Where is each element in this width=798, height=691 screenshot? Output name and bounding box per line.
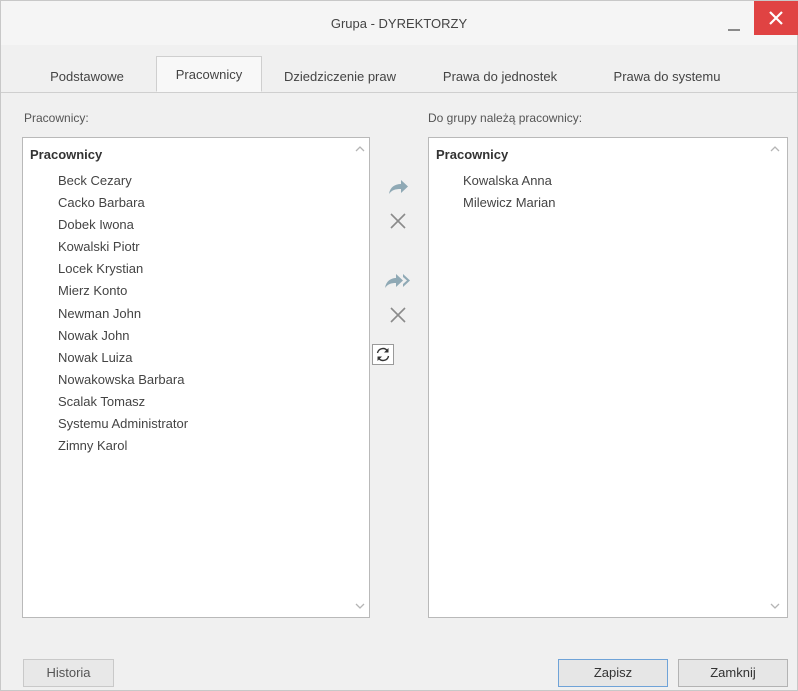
list-item[interactable]: Nowak John	[58, 325, 188, 347]
scroll-up-icon[interactable]	[354, 144, 366, 154]
list-group-header: Pracownicy	[436, 147, 509, 162]
remove-all-icon[interactable]	[389, 306, 407, 324]
tab-bar: Podstawowe Pracownicy Dziedziczenie praw…	[1, 56, 797, 93]
window-title: Grupa - DYREKTORZY	[330, 16, 468, 31]
close-icon	[769, 11, 783, 25]
tab-podstawowe[interactable]: Podstawowe	[31, 62, 143, 91]
minimize-button[interactable]	[723, 13, 745, 33]
list-items: Kowalska Anna Milewicz Marian	[463, 170, 555, 214]
list-item[interactable]: Locek Krystian	[58, 258, 188, 280]
refresh-icon	[376, 347, 390, 362]
list-item[interactable]: Nowakowska Barbara	[58, 369, 188, 391]
list-item[interactable]: Zimny Karol	[58, 435, 188, 457]
list-item[interactable]: Mierz Konto	[58, 280, 188, 302]
list-item[interactable]: Dobek Iwona	[58, 214, 188, 236]
tab-dziedziczenie-praw[interactable]: Dziedziczenie praw	[267, 62, 413, 91]
list-item[interactable]: Systemu Administrator	[58, 413, 188, 435]
group-members-label: Do grupy należą pracownicy:	[428, 111, 583, 125]
remove-icon[interactable]	[389, 212, 407, 230]
tab-pracownicy[interactable]: Pracownicy	[156, 56, 262, 92]
available-employees-list[interactable]: Pracownicy Beck Cezary Cacko Barbara Dobek…	[22, 137, 370, 618]
scroll-down-icon[interactable]	[354, 601, 366, 611]
list-item[interactable]: Kowalski Piotr	[58, 236, 188, 258]
scroll-down-icon[interactable]	[769, 601, 781, 611]
list-items: Beck Cezary Cacko Barbara Dobek Iwona Kowal…	[58, 170, 188, 457]
close-dialog-button[interactable]: Zamknij	[678, 659, 788, 687]
list-group-header: Pracownicy	[30, 147, 103, 162]
scroll-up-icon[interactable]	[769, 144, 781, 154]
list-item[interactable]: Kowalska Anna	[463, 170, 555, 192]
dialog-window: Grupa - DYREKTORZY Podstawowe Pracownicy…	[0, 0, 798, 691]
list-item[interactable]: Newman John	[58, 303, 188, 325]
tab-prawa-do-systemu[interactable]: Prawa do systemu	[589, 62, 745, 91]
list-item[interactable]: Scalak Tomasz	[58, 391, 188, 413]
list-item[interactable]: Milewicz Marian	[463, 192, 555, 214]
close-button[interactable]	[754, 1, 798, 35]
list-item[interactable]: Cacko Barbara	[58, 192, 188, 214]
tab-prawa-do-jednostek[interactable]: Prawa do jednostek	[422, 62, 578, 91]
arrow-right-icon[interactable]	[386, 177, 410, 197]
refresh-button[interactable]	[372, 344, 394, 365]
double-arrow-right-icon[interactable]	[383, 271, 413, 291]
list-item[interactable]: Beck Cezary	[58, 170, 188, 192]
historia-button[interactable]: Historia	[23, 659, 114, 687]
title-bar[interactable]: Grupa - DYREKTORZY	[1, 1, 798, 45]
available-employees-label: Pracownicy:	[24, 111, 89, 125]
save-button[interactable]: Zapisz	[558, 659, 668, 687]
list-item[interactable]: Nowak Luiza	[58, 347, 188, 369]
group-members-list[interactable]: Pracownicy Kowalska Anna Milewicz Marian	[428, 137, 788, 618]
